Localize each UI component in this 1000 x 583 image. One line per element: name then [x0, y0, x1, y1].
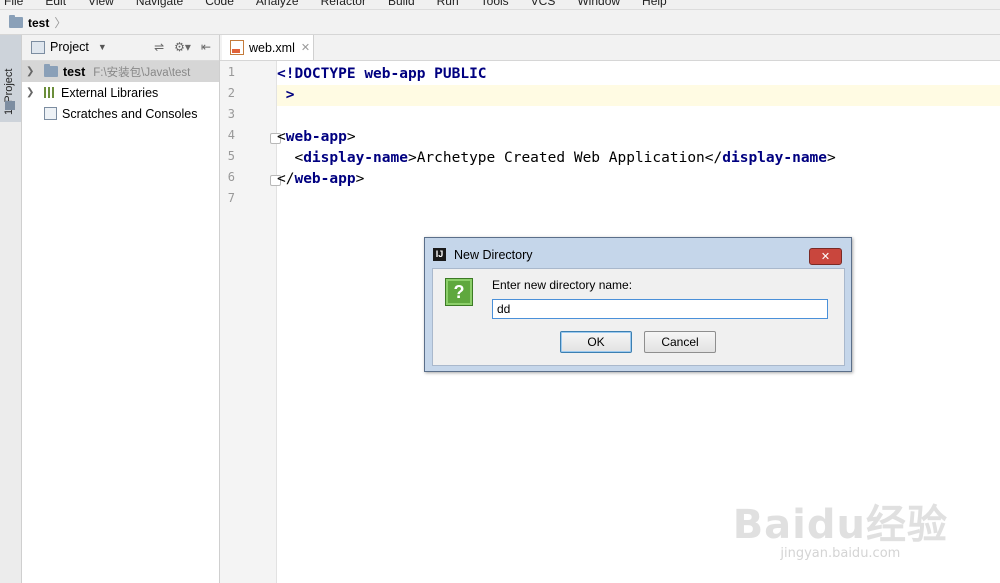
close-icon[interactable]: ✕ [301, 41, 310, 54]
code-text: > [355, 171, 365, 187]
code-text: </ [277, 171, 295, 187]
xml-file-icon [230, 40, 244, 55]
hide-panel-icon[interactable]: ⇤ [201, 40, 211, 54]
ok-button[interactable]: OK [560, 331, 632, 353]
code-line[interactable]: </web-app> [277, 169, 1000, 190]
question-icon: ? [445, 278, 473, 306]
code-text: >Archetype Created Web Application</ [407, 150, 723, 166]
menu-item-build[interactable]: Build [388, 0, 415, 8]
menu-bar: File Edit View Navigate Code Analyze Refactor B… [0, 0, 1000, 10]
menu-item-tools[interactable]: Tools [481, 0, 509, 8]
menu-item-vcs[interactable]: VCS [531, 0, 556, 8]
menu-item-view[interactable]: View [88, 0, 114, 8]
project-tool-icon [5, 101, 15, 110]
project-view-selector[interactable]: Project ▼ [31, 40, 107, 54]
menu-item-analyze[interactable]: Analyze [256, 0, 299, 8]
chevron-right-icon: 〉 [54, 16, 67, 30]
code-line[interactable]: <web-app> [277, 127, 1000, 148]
folder-icon [9, 15, 23, 28]
project-panel-title: Project [50, 40, 89, 54]
code-tag: display-name [303, 150, 408, 166]
code-line[interactable]: <display-name>Archetype Created Web Appl… [277, 148, 1000, 169]
code-text: > [827, 150, 836, 166]
tool-window-strip: 1: Project [0, 35, 22, 583]
library-icon [44, 87, 56, 98]
tab-label: web.xml [249, 40, 295, 55]
breadcrumb[interactable]: test 〉 [9, 14, 66, 31]
line-number: 7 [227, 191, 235, 205]
code-line[interactable] [277, 106, 1000, 127]
line-number: 6 [227, 170, 235, 184]
watermark-logo: Baidu经验 [732, 502, 948, 548]
directory-name-input[interactable] [492, 299, 828, 319]
code-line[interactable]: > [277, 85, 1000, 106]
menu-item-help[interactable]: Help [642, 0, 667, 8]
code-tag: > [277, 87, 295, 103]
code-tag: web-app [294, 171, 356, 187]
cancel-button[interactable]: Cancel [644, 331, 716, 353]
code-tag: display-name [722, 150, 828, 166]
project-tool-tab[interactable]: 1: Project [0, 35, 21, 122]
menu-item-edit[interactable]: Edit [45, 0, 66, 8]
code-text: < [277, 129, 286, 145]
close-button[interactable]: ✕ [809, 248, 842, 265]
tree-item-path: F:\安装包\Java\test [93, 66, 191, 79]
code-text: > [346, 129, 356, 145]
dialog-body: ? Enter new directory name: OK Cancel [432, 268, 845, 366]
menu-item-file[interactable]: File [4, 0, 23, 8]
code-line[interactable]: <!DOCTYPE web-app PUBLIC [277, 64, 1000, 85]
tree-item-scratches[interactable]: Scratches and Consoles [22, 103, 219, 124]
new-directory-dialog: IJ New Directory ✕ ? Enter new directory… [424, 237, 852, 372]
line-number: 2 [227, 86, 235, 100]
project-icon [31, 40, 45, 54]
menu-item-window[interactable]: Window [577, 0, 620, 8]
tree-item-label: Scratches and Consoles [62, 106, 198, 121]
scratches-icon [44, 107, 57, 120]
menu-item-code[interactable]: Code [205, 0, 234, 8]
tree-item-label: test [63, 64, 86, 79]
line-number: 4 [227, 128, 235, 142]
intellij-app-icon: IJ [433, 248, 446, 261]
tree-item-label: External Libraries [61, 85, 159, 100]
editor-tab-bar: web.xml ✕ [220, 35, 1000, 61]
code-text: < [277, 150, 304, 166]
editor-gutter: 1 2 3 4 5 6 7 [220, 61, 281, 583]
tab-web-xml[interactable]: web.xml ✕ [222, 35, 314, 60]
menu-item-run[interactable]: Run [437, 0, 459, 8]
menu-item-navigate[interactable]: Navigate [136, 0, 183, 8]
code-tag: web-app [285, 129, 347, 145]
expand-arrow-icon[interactable]: ❯ [26, 66, 38, 77]
code-tag: <!DOCTYPE [277, 66, 365, 82]
project-panel-header: Project ▼ ⇌ ⚙▾ ⇤ [22, 35, 219, 61]
dialog-titlebar[interactable]: IJ New Directory ✕ [425, 238, 851, 266]
gear-icon[interactable]: ⚙▾ [174, 40, 191, 54]
dialog-title: New Directory [454, 248, 533, 262]
navigation-bar: test 〉 [0, 10, 1000, 35]
project-panel: Project ▼ ⇌ ⚙▾ ⇤ ❯ test F:\安装包\Java\test… [22, 35, 220, 583]
line-number: 3 [227, 107, 235, 121]
collapse-all-icon[interactable]: ⇌ [154, 40, 164, 54]
tree-item-test[interactable]: ❯ test F:\安装包\Java\test [22, 61, 219, 82]
dialog-prompt: Enter new directory name: [492, 278, 633, 292]
code-tag: PUBLIC [434, 66, 487, 82]
expand-arrow-icon[interactable]: ❯ [26, 87, 38, 98]
line-number: 5 [227, 149, 235, 163]
code-tag: web-app [364, 66, 435, 82]
line-number: 1 [227, 65, 235, 79]
dropdown-arrow-icon[interactable]: ▼ [98, 42, 107, 52]
code-line[interactable] [277, 190, 1000, 211]
baidu-watermark: Baidu经验 jingyan.baidu.com [733, 492, 948, 561]
module-folder-icon [44, 64, 58, 77]
menu-items: File Edit View Navigate Code Analyze Refactor B… [4, 0, 689, 8]
tree-item-external-libraries[interactable]: ❯ External Libraries [22, 82, 219, 103]
menu-item-refactor[interactable]: Refactor [321, 0, 366, 8]
breadcrumb-project[interactable]: test [28, 16, 49, 30]
